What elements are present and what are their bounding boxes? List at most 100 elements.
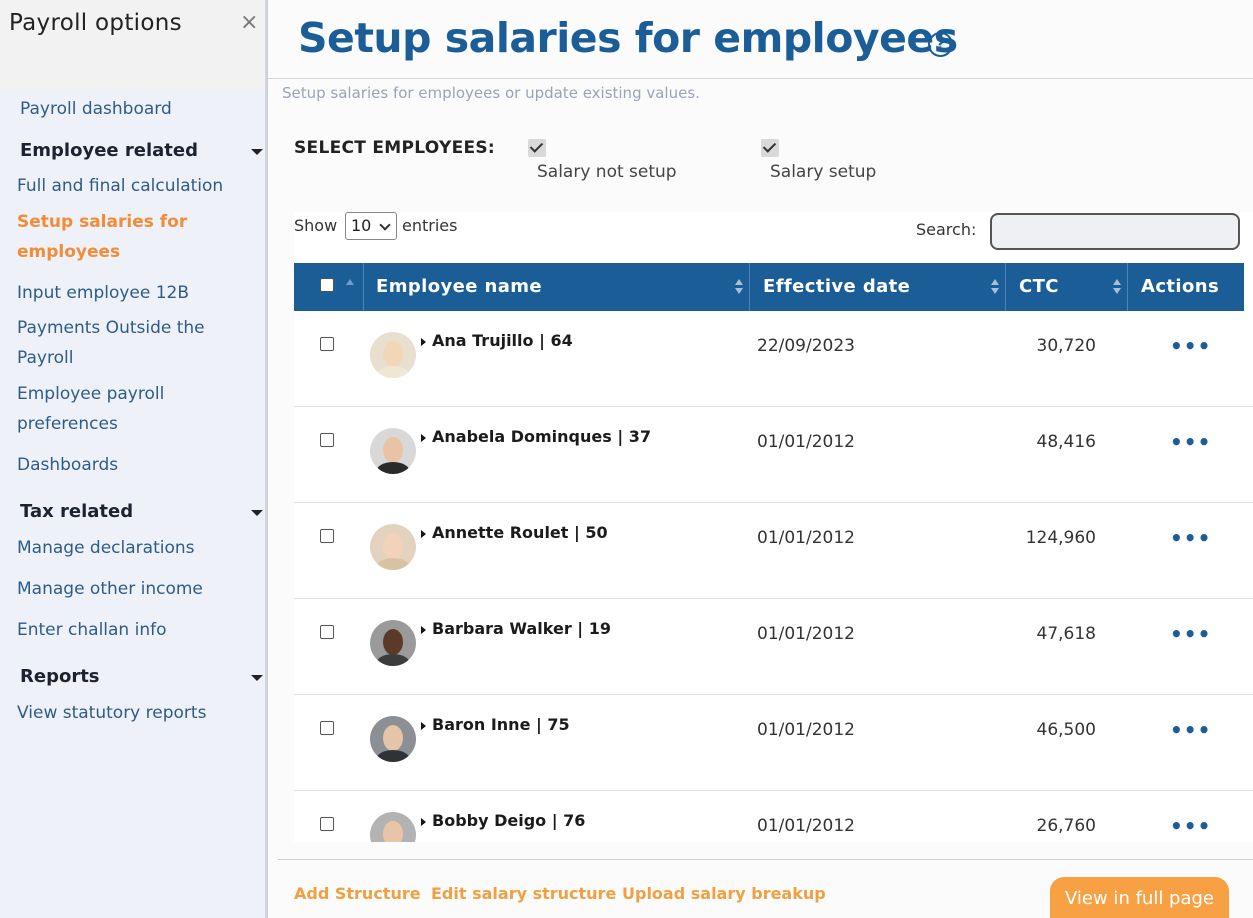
table-row[interactable]: Annette Roulet | 50 01/01/2012 124,960 •… (294, 503, 1253, 599)
effective-date: 01/01/2012 (757, 720, 855, 740)
avatar-body (376, 654, 410, 666)
avatar-face (383, 821, 403, 842)
add-structure-link[interactable]: Add Structure (294, 884, 421, 903)
more-actions-icon[interactable]: ••• (1170, 432, 1211, 452)
page-subtitle: Setup salaries for employees or update e… (282, 84, 700, 102)
ctc-value: 26,760 (1036, 816, 1096, 836)
page-title: Setup salaries for employees (298, 14, 958, 62)
avatar-face (383, 437, 403, 463)
expand-icon[interactable] (421, 338, 426, 346)
column-label: CTC (1019, 276, 1059, 297)
divider (268, 78, 1253, 79)
more-actions-icon[interactable]: ••• (1170, 624, 1211, 644)
chevron-down-icon[interactable] (251, 510, 263, 516)
show-label: Show (294, 216, 338, 235)
employee-name[interactable]: Bobby Deigo | 76 (432, 811, 585, 830)
effective-date: 01/01/2012 (757, 816, 855, 836)
more-actions-icon[interactable]: ••• (1170, 720, 1211, 740)
row-checkbox[interactable] (320, 625, 334, 639)
ctc-value: 47,618 (1036, 624, 1096, 644)
ctc-value: 46,500 (1036, 720, 1096, 740)
column-effective-date[interactable]: Effective date (750, 263, 1006, 311)
sidebar-item-enter-challan[interactable]: Enter challan info (17, 615, 257, 645)
sidebar-item-dashboards[interactable]: Dashboards (17, 450, 257, 480)
footer-divider (278, 859, 1253, 860)
sidebar-item-statutory-reports[interactable]: View statutory reports (17, 698, 257, 728)
effective-date: 01/01/2012 (757, 432, 855, 452)
select-all-header (294, 263, 364, 311)
expand-icon[interactable] (421, 530, 426, 538)
section-employee-related[interactable]: Employee related (20, 140, 198, 161)
row-checkbox[interactable] (320, 433, 334, 447)
chevron-down-icon[interactable] (251, 675, 263, 681)
expand-icon[interactable] (421, 818, 426, 826)
table-row[interactable]: Bobby Deigo | 76 01/01/2012 26,760 ••• (294, 791, 1253, 842)
more-actions-icon[interactable]: ••• (1170, 528, 1211, 548)
row-checkbox[interactable] (320, 817, 334, 831)
main-panel: Setup salaries for employees ? Setup sal… (268, 0, 1253, 918)
avatar-body (376, 558, 410, 570)
select-employees-label: SELECT EMPLOYEES: (294, 138, 496, 158)
close-icon[interactable]: × (240, 10, 258, 35)
ctc-value: 124,960 (1025, 528, 1096, 548)
sidebar-item-payroll-dashboard[interactable]: Payroll dashboard (20, 94, 260, 124)
table-row[interactable]: Baron Inne | 75 01/01/2012 46,500 ••• (294, 695, 1253, 791)
section-tax-related[interactable]: Tax related (20, 501, 133, 522)
sidebar-item-full-final[interactable]: Full and final calculation (17, 171, 257, 201)
column-label: Employee name (376, 276, 543, 297)
row-checkbox[interactable] (320, 721, 334, 735)
column-employee-name[interactable]: Employee name (364, 263, 750, 311)
salary-not-setup-checkbox[interactable] (528, 139, 546, 157)
expand-icon[interactable] (421, 722, 426, 730)
table-row[interactable]: Barbara Walker | 19 01/01/2012 47,618 ••… (294, 599, 1253, 695)
sidebar-header: Payroll options × (0, 0, 268, 88)
sort-icon[interactable] (735, 279, 743, 295)
table-row[interactable]: Anabela Dominques | 37 01/01/2012 48,416… (294, 407, 1253, 503)
employee-name[interactable]: Annette Roulet | 50 (432, 523, 608, 542)
entries-select[interactable]: 10 (345, 212, 397, 240)
row-checkbox[interactable] (320, 529, 334, 543)
avatar-body (376, 366, 410, 378)
column-ctc[interactable]: CTC (1006, 263, 1128, 311)
ctc-value: 48,416 (1036, 432, 1096, 452)
avatar (370, 620, 416, 666)
avatar (370, 812, 416, 842)
help-icon[interactable]: ? (928, 32, 953, 57)
more-actions-icon[interactable]: ••• (1170, 816, 1211, 836)
salary-setup-checkbox[interactable] (761, 139, 779, 157)
avatar (370, 332, 416, 378)
sort-asc-icon[interactable] (346, 279, 354, 285)
sidebar-item-manage-other-income[interactable]: Manage other income (17, 574, 257, 604)
select-all-checkbox[interactable] (320, 278, 334, 292)
sidebar-item-payroll-preferences[interactable]: Employee payroll preferences (17, 379, 197, 439)
employee-name[interactable]: Baron Inne | 75 (432, 715, 570, 734)
column-label: Effective date (763, 276, 911, 297)
avatar-face (383, 629, 403, 655)
sort-icon[interactable] (991, 279, 999, 295)
sidebar-item-payments-outside[interactable]: Payments Outside the Payroll (17, 313, 232, 373)
sidebar-item-setup-salaries[interactable]: Setup salaries for employees (17, 207, 207, 267)
table-row[interactable]: Ana Trujillo | 64 22/09/2023 30,720 ••• (294, 311, 1253, 407)
section-reports[interactable]: Reports (20, 666, 100, 687)
entries-label: entries (402, 216, 458, 235)
effective-date: 01/01/2012 (757, 624, 855, 644)
view-full-page-button[interactable]: View in full page (1050, 877, 1229, 918)
chevron-down-icon[interactable] (251, 149, 263, 155)
sidebar: Payroll options × Payroll dashboard Empl… (0, 0, 268, 918)
search-input[interactable] (990, 213, 1240, 250)
sidebar-item-input-12b[interactable]: Input employee 12B (17, 278, 257, 308)
more-actions-icon[interactable]: ••• (1170, 336, 1211, 356)
upload-salary-breakup-link[interactable]: Upload salary breakup (622, 884, 826, 903)
employee-name[interactable]: Anabela Dominques | 37 (432, 427, 651, 446)
salary-setup-label: Salary setup (770, 162, 877, 182)
sidebar-item-manage-declarations[interactable]: Manage declarations (17, 533, 257, 563)
edit-salary-structure-link[interactable]: Edit salary structure (431, 884, 616, 903)
expand-icon[interactable] (421, 434, 426, 442)
row-checkbox[interactable] (320, 337, 334, 351)
sort-icon[interactable] (1113, 279, 1121, 295)
expand-icon[interactable] (421, 626, 426, 634)
column-label: Actions (1141, 276, 1220, 297)
employee-name[interactable]: Barbara Walker | 19 (432, 619, 611, 638)
avatar-body (376, 750, 410, 762)
employee-name[interactable]: Ana Trujillo | 64 (432, 331, 573, 350)
